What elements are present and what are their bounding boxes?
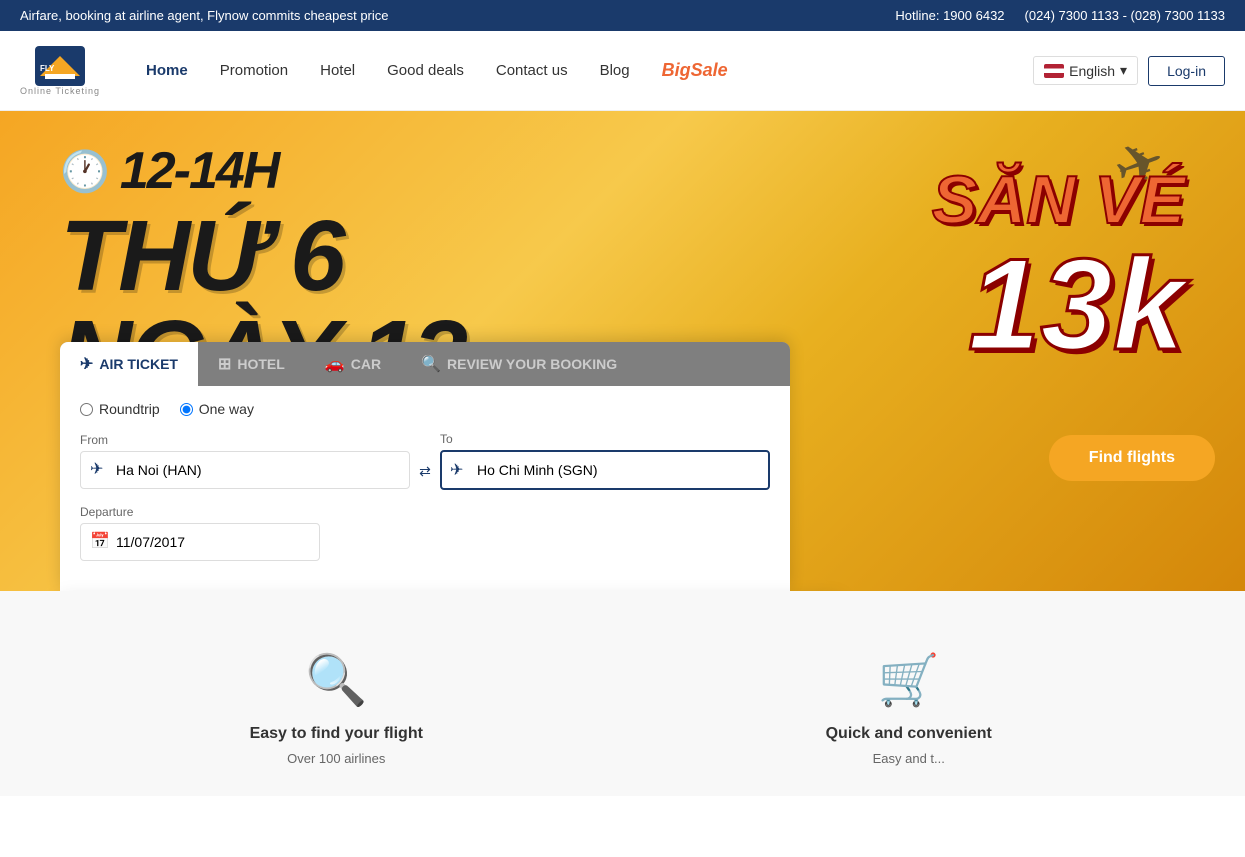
nav-hotel[interactable]: Hotel xyxy=(304,52,371,89)
from-field: From ✈ xyxy=(80,433,410,489)
svg-text:FLY: FLY xyxy=(40,64,55,73)
hero-clock-line: 🕐 12-14H xyxy=(60,141,465,201)
oneway-radio[interactable] xyxy=(180,403,193,416)
nav-home[interactable]: Home xyxy=(130,52,204,89)
feature-find-title: Easy to find your flight xyxy=(80,725,593,743)
features-section: 🔍 Easy to find your flight Over 100 airl… xyxy=(0,591,1245,796)
logo[interactable]: FLY Online Ticketing xyxy=(20,46,100,96)
tab-car-label: CAR xyxy=(351,356,381,372)
from-plane-icon: ✈ xyxy=(90,459,103,479)
hero-time: 12-14H xyxy=(120,141,279,201)
hero-day: THỨ 6 xyxy=(60,206,465,306)
airplane-icon: ✈ xyxy=(80,354,93,374)
feature-convenient-title: Quick and convenient xyxy=(653,725,1166,743)
header-right: English ▾ Log-in xyxy=(1033,56,1225,86)
tab-air-ticket-label: AIR TICKET xyxy=(99,356,178,372)
tab-hotel-label: HOTEL xyxy=(237,356,284,372)
login-button[interactable]: Log-in xyxy=(1148,56,1225,86)
oneway-label: One way xyxy=(199,401,254,417)
from-input[interactable] xyxy=(80,451,410,489)
logo-image: FLY xyxy=(35,46,85,86)
hero-banner: 🕐 12-14H THỨ 6 NGÀY 13 SĂN VÉ 13k ✈ FLYN… xyxy=(0,111,1245,591)
to-label: To xyxy=(440,432,770,446)
top-banner-right: Hotline: 1900 6432 (024) 7300 1133 - (02… xyxy=(895,8,1225,23)
header: FLY Online Ticketing Home Promotion Hote… xyxy=(0,31,1245,111)
feature-find-flight: 🔍 Easy to find your flight Over 100 airl… xyxy=(80,651,593,766)
nav-good-deals[interactable]: Good deals xyxy=(371,52,480,89)
tab-review[interactable]: 🔍 REVIEW YOUR BOOKING xyxy=(401,342,637,386)
search-box: ✈ AIR TICKET ⊞ HOTEL 🚗 CAR 🔍 REVIEW YOUR… xyxy=(60,342,790,591)
hotline-text: Hotline: 1900 6432 xyxy=(895,8,1004,23)
search-form: Roundtrip One way From ✈ ⇄ To ✈ xyxy=(60,386,790,591)
language-label: English xyxy=(1069,63,1115,79)
feature-find-desc: Over 100 airlines xyxy=(80,751,593,766)
feature-convenient-desc: Easy and t... xyxy=(653,751,1166,766)
clock-icon: 🕐 xyxy=(60,148,110,195)
tab-review-label: REVIEW YOUR BOOKING xyxy=(447,356,617,372)
departure-row: Departure 📅 xyxy=(80,505,770,561)
language-selector[interactable]: English ▾ xyxy=(1033,56,1138,85)
top-banner-left-text: Airfare, booking at airline agent, Flyno… xyxy=(20,8,389,23)
hero-san-ve: SĂN VÉ xyxy=(932,161,1185,239)
to-plane-icon: ✈ xyxy=(450,460,463,480)
chevron-down-icon: ▾ xyxy=(1120,62,1127,79)
hero-right-text: SĂN VÉ 13k xyxy=(932,161,1185,369)
nav-promotion[interactable]: Promotion xyxy=(204,52,304,89)
nav-bigsale[interactable]: BigSale xyxy=(646,50,744,91)
cart-feature-icon: 🛒 xyxy=(653,651,1166,710)
departure-field: Departure 📅 xyxy=(80,505,320,561)
swap-button[interactable]: ⇄ xyxy=(410,443,440,480)
phone-numbers: (024) 7300 1133 - (028) 7300 1133 xyxy=(1025,8,1225,23)
tab-car[interactable]: 🚗 CAR xyxy=(305,342,401,386)
from-label: From xyxy=(80,433,410,447)
roundtrip-option[interactable]: Roundtrip xyxy=(80,401,160,417)
roundtrip-radio[interactable] xyxy=(80,403,93,416)
tab-air-ticket[interactable]: ✈ AIR TICKET xyxy=(60,342,198,386)
nav-blog[interactable]: Blog xyxy=(584,52,646,89)
nav-contact-us[interactable]: Contact us xyxy=(480,52,584,89)
feature-convenient: 🛒 Quick and convenient Easy and t... xyxy=(653,651,1166,766)
roundtrip-label: Roundtrip xyxy=(99,401,160,417)
departure-input[interactable] xyxy=(80,523,320,561)
to-field: To ✈ xyxy=(440,432,770,490)
search-tabs: ✈ AIR TICKET ⊞ HOTEL 🚗 CAR 🔍 REVIEW YOUR… xyxy=(60,342,790,386)
main-nav: Home Promotion Hotel Good deals Contact … xyxy=(130,50,1033,91)
flag-icon xyxy=(1044,64,1064,78)
logo-subtext: Online Ticketing xyxy=(20,86,100,96)
calendar-icon: 📅 xyxy=(90,531,110,551)
search-feature-icon: 🔍 xyxy=(80,651,593,710)
tab-hotel[interactable]: ⊞ HOTEL xyxy=(198,342,305,386)
hero-price: 13k xyxy=(932,239,1185,369)
from-to-row: From ✈ ⇄ To ✈ xyxy=(80,432,770,490)
trip-type-row: Roundtrip One way xyxy=(80,401,770,417)
review-icon: 🔍 xyxy=(421,354,441,374)
oneway-option[interactable]: One way xyxy=(180,401,254,417)
hotel-icon: ⊞ xyxy=(218,354,231,374)
departure-label: Departure xyxy=(80,505,320,519)
car-icon: 🚗 xyxy=(325,354,345,374)
find-flights-button[interactable]: Find flights xyxy=(1049,435,1215,481)
to-input[interactable] xyxy=(440,450,770,490)
top-banner: Airfare, booking at airline agent, Flyno… xyxy=(0,0,1245,31)
